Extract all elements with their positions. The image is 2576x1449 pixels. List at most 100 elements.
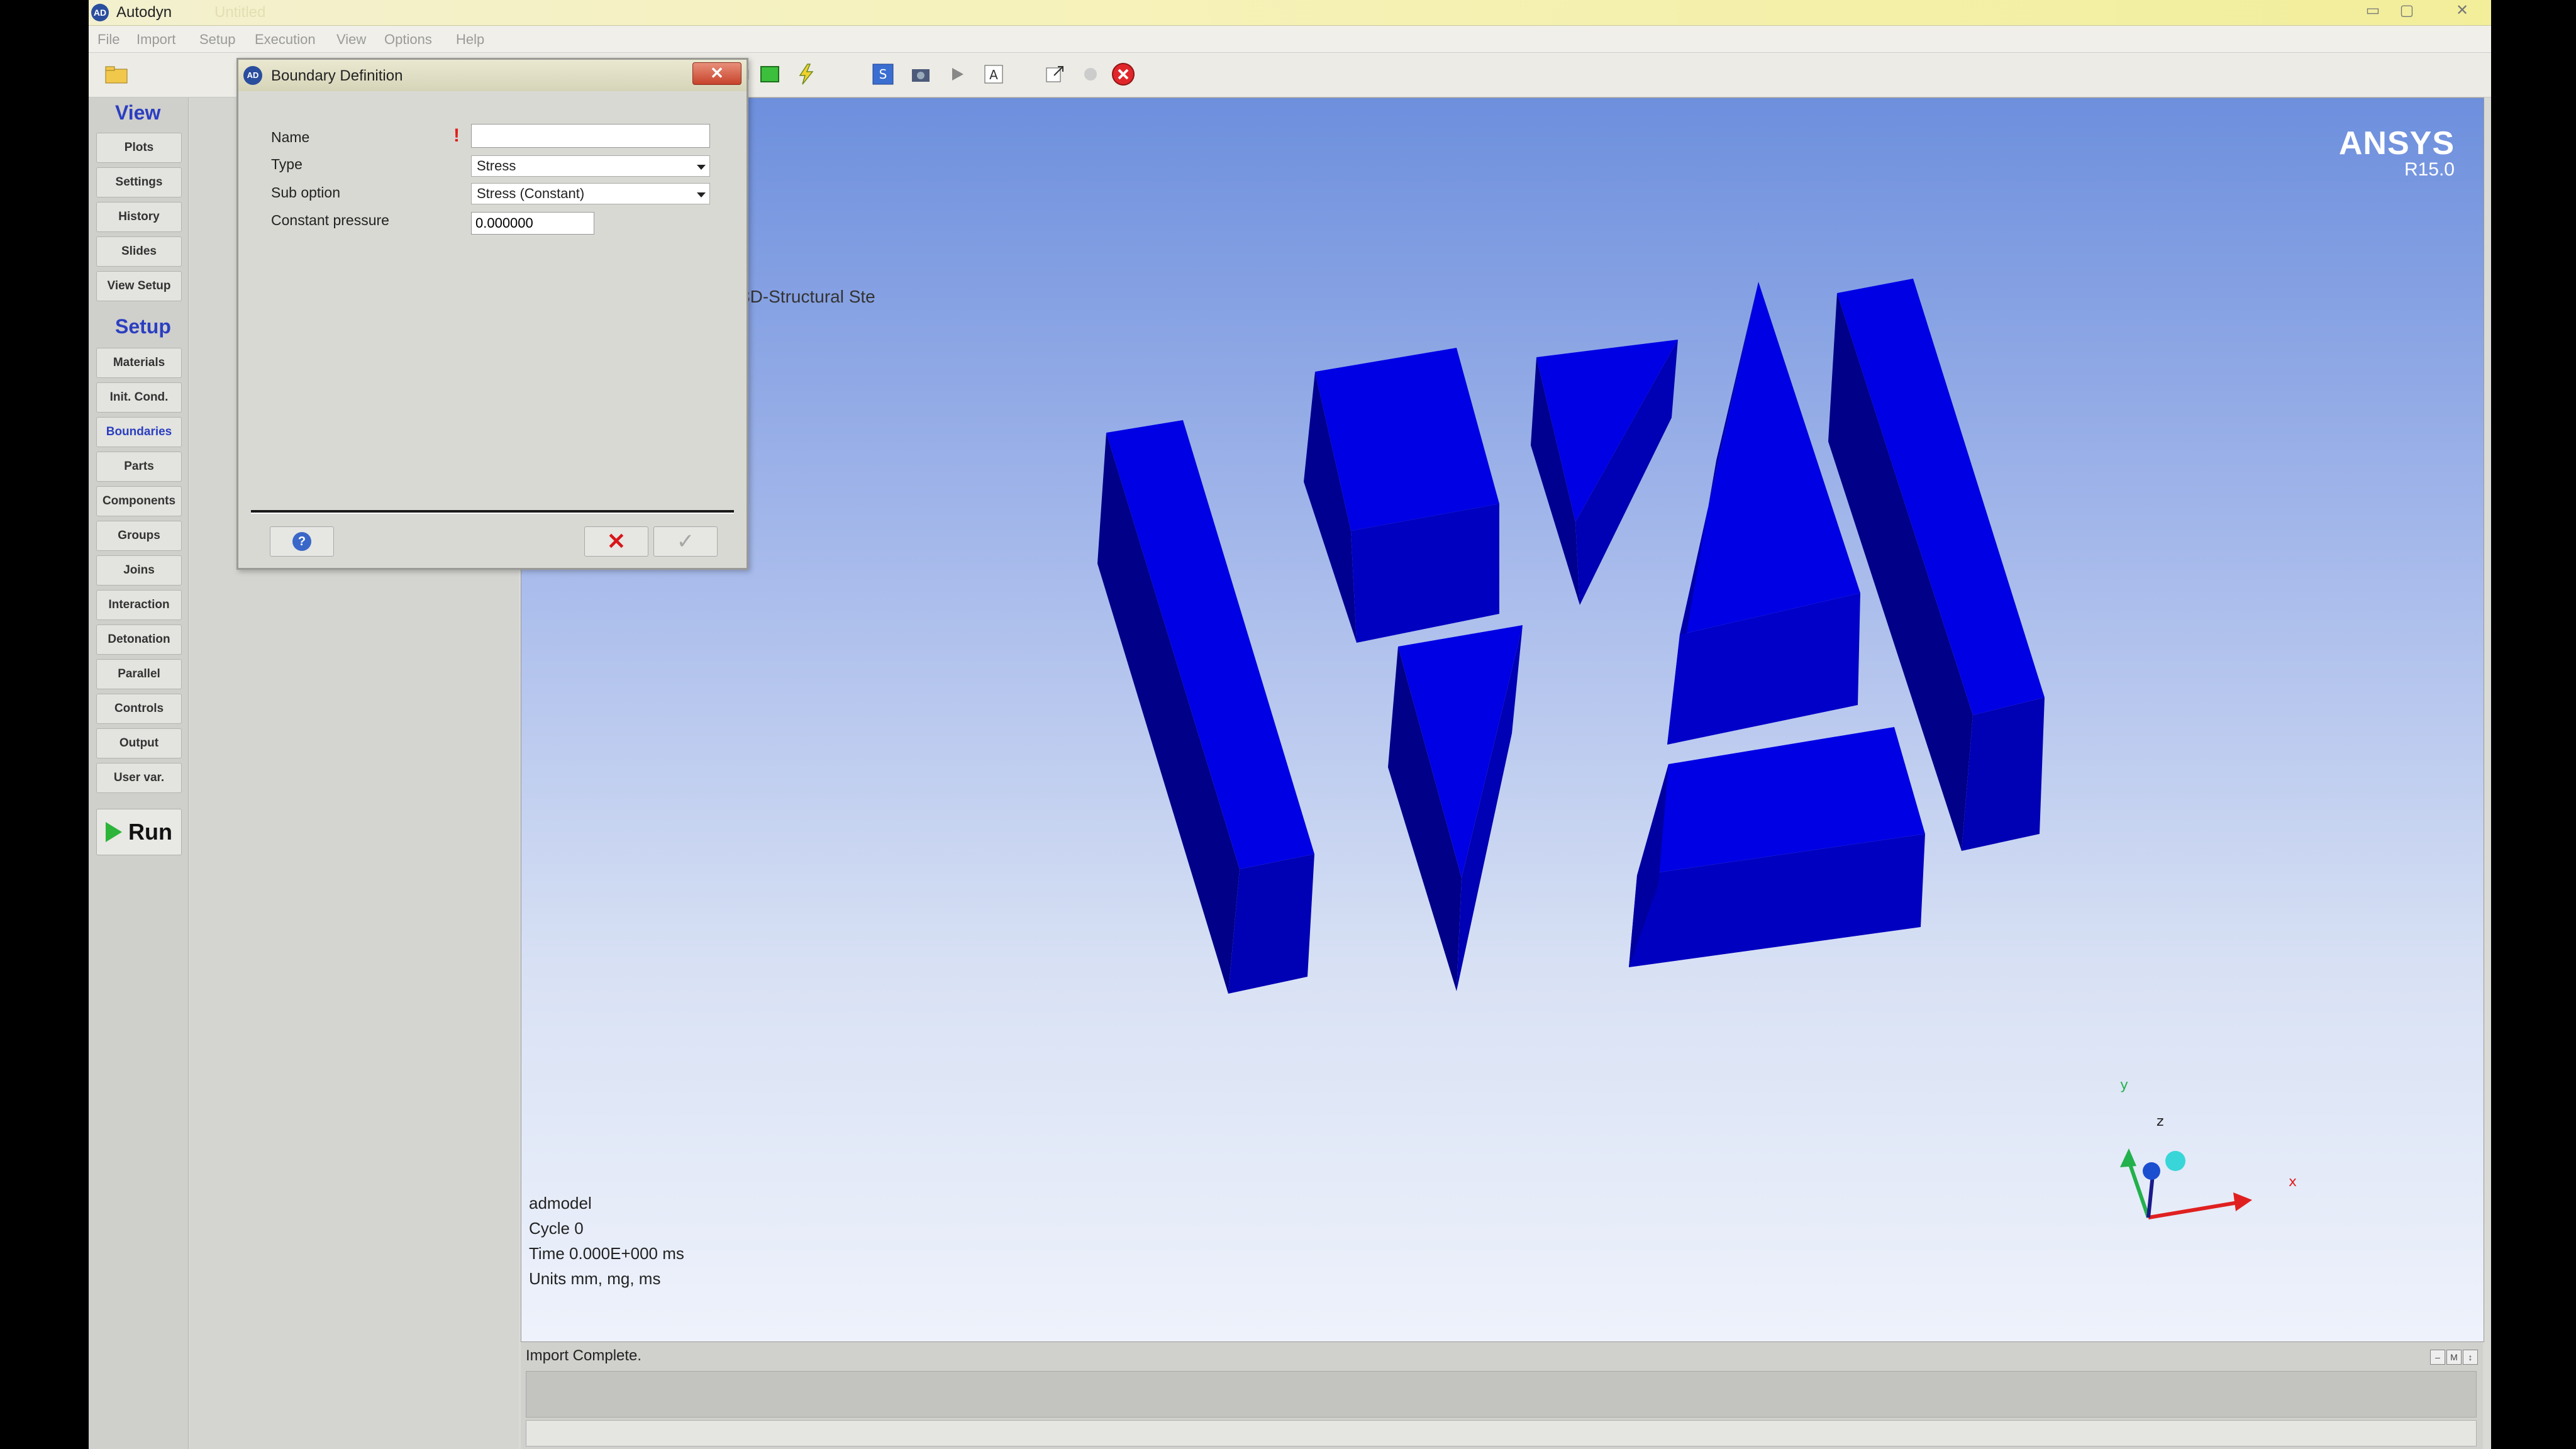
nav-slides[interactable]: Slides	[96, 236, 182, 267]
nav-settings[interactable]: Settings	[96, 167, 182, 197]
refresh-icon[interactable]: S	[867, 58, 899, 90]
nav-view-setup[interactable]: View Setup	[96, 271, 182, 301]
nav-boundaries[interactable]: Boundaries	[96, 417, 182, 447]
svg-text:A: A	[989, 67, 998, 82]
menu-bar: File Import Setup Execution View Options…	[89, 26, 2491, 53]
left-navigation: View Plots Settings History Slides View …	[89, 97, 189, 1449]
type-select[interactable]: Stress	[471, 155, 710, 177]
minimize-button[interactable]: ▭	[2360, 1, 2385, 20]
constant-pressure-input[interactable]	[471, 212, 594, 235]
sub-option-select-value: Stress (Constant)	[477, 186, 585, 201]
run-button[interactable]: Run	[96, 809, 182, 855]
ok-button[interactable]: ✓	[653, 526, 718, 557]
view-heading: View	[115, 101, 161, 124]
3d-viewport[interactable]: y z x ANSYS R15.0 3D-Structural Ste admo…	[521, 97, 2484, 1342]
chevron-down-icon	[697, 192, 706, 197]
menu-execution[interactable]: Execution	[255, 31, 316, 48]
play-icon	[106, 822, 122, 842]
title-bar: AD Autodyn Untitled ▭ ▢ ✕	[89, 0, 2491, 26]
ansys-version: R15.0	[2404, 159, 2455, 180]
shape-bottom-slab	[1629, 727, 1925, 967]
axis-label-y: y	[2120, 1077, 2128, 1093]
chevron-down-icon	[697, 165, 706, 170]
message-log: Import Complete. ‒ M ↕	[521, 1342, 2483, 1449]
type-select-value: Stress	[477, 158, 516, 174]
time-info: Time 0.000E+000 ms	[529, 1244, 684, 1263]
axis-label-x: x	[2289, 1174, 2297, 1190]
menu-help[interactable]: Help	[456, 31, 484, 48]
autodyn-logo-icon: AD	[91, 4, 109, 21]
check-icon: ✓	[676, 530, 695, 553]
help-icon: ?	[292, 532, 311, 551]
nav-detonation[interactable]: Detonation	[96, 625, 182, 655]
menu-file[interactable]: File	[97, 31, 119, 48]
autodyn-window: AD Autodyn Untitled ▭ ▢ ✕ File Import Se…	[89, 0, 2491, 1449]
cancel-icon: ✕	[606, 528, 626, 554]
green-box-icon[interactable]	[754, 58, 786, 90]
nav-init-cond[interactable]: Init. Cond.	[96, 382, 182, 413]
setup-heading: Setup	[115, 315, 171, 338]
menu-view[interactable]: View	[336, 31, 366, 48]
help-button[interactable]: ?	[270, 526, 334, 557]
log-input[interactable]	[526, 1420, 2477, 1446]
nav-output[interactable]: Output	[96, 728, 182, 758]
part-label: 3D-Structural Ste	[740, 287, 875, 306]
dialog-separator	[251, 510, 734, 514]
shape-pyramid	[1667, 282, 1860, 745]
nav-user-var[interactable]: User var.	[96, 763, 182, 793]
restore-button[interactable]: ▢	[2394, 1, 2419, 20]
ansys-logo-text: ANSYS	[2338, 125, 2455, 162]
units-info: Units mm, mg, ms	[529, 1269, 661, 1288]
axis-triad: y z x	[2120, 1077, 2297, 1219]
axis-label-z: z	[2157, 1114, 2164, 1130]
model-scene: y z x	[1097, 279, 2297, 1219]
log-minimize-button[interactable]: ‒	[2430, 1350, 2445, 1365]
sub-option-select[interactable]: Stress (Constant)	[471, 183, 710, 204]
log-scroll-button[interactable]: ↕	[2463, 1350, 2478, 1365]
nav-parts[interactable]: Parts	[96, 452, 182, 482]
open-folder-icon[interactable]	[101, 58, 133, 90]
model-name: admodel	[529, 1194, 592, 1213]
nav-history[interactable]: History	[96, 202, 182, 232]
nav-interaction[interactable]: Interaction	[96, 590, 182, 620]
log-output	[526, 1371, 2477, 1418]
nav-controls[interactable]: Controls	[96, 694, 182, 724]
dialog-title: Boundary Definition	[271, 67, 403, 84]
window-subtitle: Untitled	[214, 4, 266, 21]
cycle-info: Cycle 0	[529, 1219, 584, 1238]
window-title: Autodyn	[116, 4, 172, 21]
required-marker: !	[453, 125, 460, 146]
name-input[interactable]	[471, 124, 710, 148]
export-icon[interactable]	[1040, 58, 1071, 90]
name-label: Name	[271, 129, 310, 145]
cancel-button[interactable]: ✕	[584, 526, 648, 557]
autodyn-dialog-icon: AD	[243, 66, 262, 85]
svg-text:S: S	[879, 67, 887, 82]
text-icon[interactable]: A	[978, 58, 1009, 90]
log-maximize-button[interactable]: M	[2446, 1350, 2462, 1365]
run-label: Run	[128, 819, 172, 845]
sub-option-label: Sub option	[271, 184, 340, 201]
shape-left-bar	[1097, 420, 1314, 994]
nav-groups[interactable]: Groups	[96, 521, 182, 551]
dialog-title-bar[interactable]: AD Boundary Definition ✕	[238, 60, 747, 91]
shape-center-wedge	[1388, 625, 1523, 991]
constant-pressure-label: Constant pressure	[271, 212, 389, 228]
menu-options[interactable]: Options	[384, 31, 432, 48]
ansys-brand: ANSYS R15.0	[2339, 127, 2455, 180]
nav-joins[interactable]: Joins	[96, 555, 182, 586]
nav-parallel[interactable]: Parallel	[96, 659, 182, 689]
shape-upper-wedge	[1531, 340, 1678, 605]
close-window-button[interactable]: ✕	[2450, 1, 2475, 20]
lightning-icon[interactable]	[791, 58, 822, 90]
info-icon[interactable]	[1075, 58, 1106, 90]
nav-materials[interactable]: Materials	[96, 348, 182, 378]
menu-import[interactable]: Import	[136, 31, 175, 48]
play-icon[interactable]	[941, 58, 973, 90]
nav-plots[interactable]: Plots	[96, 133, 182, 163]
camera-icon[interactable]	[905, 58, 936, 90]
dialog-close-button[interactable]: ✕	[692, 62, 741, 85]
nav-components[interactable]: Components	[96, 486, 182, 516]
menu-setup[interactable]: Setup	[199, 31, 236, 48]
stop-icon[interactable]	[1108, 58, 1139, 90]
